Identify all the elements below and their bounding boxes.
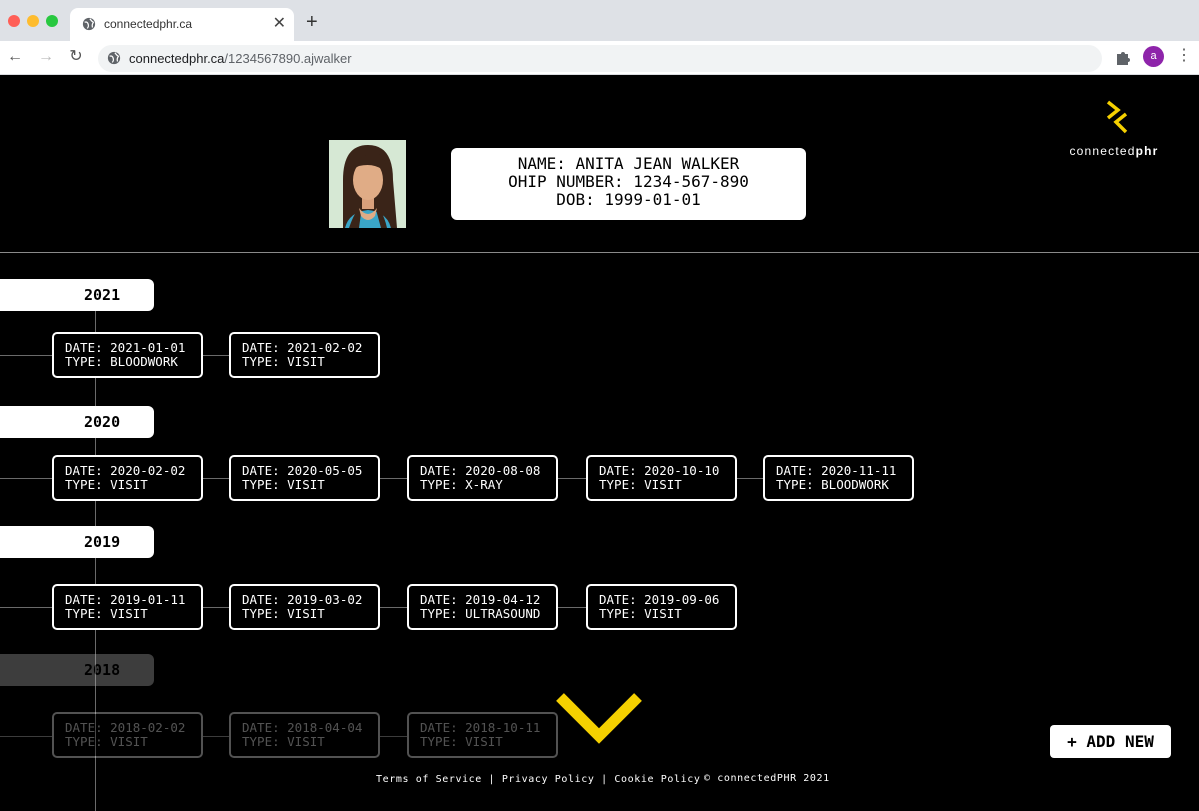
record-card[interactable]: DATE: 2018-04-04 TYPE: VISIT — [229, 712, 380, 758]
record-type: TYPE: VISIT — [65, 734, 148, 749]
record-date: DATE: 2019-03-02 — [242, 592, 363, 607]
forward-arrow-icon[interactable]: → — [37, 48, 55, 66]
record-card[interactable]: DATE: 2021-01-01 TYPE: BLOODWORK — [52, 332, 203, 378]
back-arrow-icon[interactable]: ← — [6, 48, 24, 66]
record-type: TYPE: VISIT — [242, 477, 325, 492]
browser-menu-icon[interactable]: ⋮ — [1176, 47, 1192, 65]
record-card[interactable]: DATE: 2019-01-11 TYPE: VISIT — [52, 584, 203, 630]
patient-ohip-number: OHIP NUMBER: 1234-567-890 — [508, 172, 749, 191]
record-type: TYPE: VISIT — [242, 354, 325, 369]
address-bar[interactable]: connectedphr.ca/1234567890.ajwalker — [98, 45, 1102, 72]
header-divider — [0, 252, 1199, 253]
connectedphr-logo[interactable]: connectedphr — [1062, 100, 1172, 160]
record-card[interactable]: DATE: 2020-02-02 TYPE: VISIT — [52, 455, 203, 501]
footer-links: Terms of Service | Privacy Policy | Cook… — [376, 774, 700, 785]
record-date: DATE: 2020-08-08 — [420, 463, 541, 478]
patient-avatar — [329, 140, 406, 228]
record-date: DATE: 2021-01-01 — [65, 340, 186, 355]
chevron-down-icon[interactable] — [555, 692, 643, 744]
browser-tab-bar: connectedphr.ca ✕ + — [0, 0, 1199, 41]
footer-separator: | — [594, 774, 615, 785]
record-type: TYPE: X-RAY — [420, 477, 503, 492]
privacy-policy-link[interactable]: Privacy Policy — [502, 774, 595, 785]
window-minimize-button[interactable] — [27, 15, 39, 27]
record-card[interactable]: DATE: 2019-04-12 TYPE: ULTRASOUND — [407, 584, 558, 630]
patient-name: NAME: ANITA JEAN WALKER — [517, 154, 740, 173]
page-content: connectedphr NAME: ANITA JEAN WALKER OHI… — [0, 75, 1199, 811]
copyright-text: © connectedPHR 2021 — [704, 773, 830, 784]
record-date: DATE: 2021-02-02 — [242, 340, 363, 355]
record-type: TYPE: ULTRASOUND — [420, 606, 541, 621]
patient-info-card: NAME: ANITA JEAN WALKER OHIP NUMBER: 123… — [451, 148, 806, 220]
url-host: connectedphr.ca — [129, 51, 225, 66]
url-text: connectedphr.ca/1234567890.ajwalker — [129, 51, 352, 66]
record-card[interactable]: DATE: 2020-05-05 TYPE: VISIT — [229, 455, 380, 501]
logo-text-bold: phr — [1135, 144, 1159, 158]
woman-avatar-icon — [329, 140, 406, 228]
record-type: TYPE: VISIT — [599, 477, 682, 492]
record-date: DATE: 2020-05-05 — [242, 463, 363, 478]
window-maximize-button[interactable] — [46, 15, 58, 27]
site-info-icon[interactable] — [107, 51, 121, 65]
patient-dob: DOB: 1999-01-01 — [556, 190, 701, 209]
record-type: TYPE: VISIT — [242, 734, 325, 749]
tab-title: connectedphr.ca — [104, 17, 193, 31]
record-card[interactable]: DATE: 2020-08-08 TYPE: X-RAY — [407, 455, 558, 501]
browser-toolbar: ← → ↻ connectedphr.ca/1234567890.ajwalke… — [0, 41, 1199, 75]
record-card[interactable]: DATE: 2021-02-02 TYPE: VISIT — [229, 332, 380, 378]
footer-separator: | — [481, 774, 502, 785]
record-type: TYPE: VISIT — [65, 606, 148, 621]
logo-chevron-icon — [1106, 100, 1128, 134]
record-card[interactable]: DATE: 2019-03-02 TYPE: VISIT — [229, 584, 380, 630]
record-date: DATE: 2020-11-11 — [776, 463, 897, 478]
record-type: TYPE: VISIT — [65, 477, 148, 492]
tab-close-icon[interactable]: ✕ — [273, 14, 286, 34]
record-date: DATE: 2018-10-11 — [420, 720, 541, 735]
record-date: DATE: 2019-09-06 — [599, 592, 720, 607]
window-close-button[interactable] — [8, 15, 20, 27]
year-label[interactable]: 2020 — [0, 406, 154, 438]
record-card[interactable]: DATE: 2019-09-06 TYPE: VISIT — [586, 584, 737, 630]
record-date: DATE: 2018-02-02 — [65, 720, 186, 735]
year-label[interactable]: 2021 — [0, 279, 154, 311]
record-type: TYPE: VISIT — [242, 606, 325, 621]
url-path: /1234567890.ajwalker — [224, 51, 352, 66]
record-date: DATE: 2019-04-12 — [420, 592, 541, 607]
record-card[interactable]: DATE: 2018-10-11 TYPE: VISIT — [407, 712, 558, 758]
record-type: TYPE: VISIT — [599, 606, 682, 621]
logo-text-light: connected — [1069, 144, 1136, 158]
new-tab-icon[interactable]: + — [306, 12, 318, 32]
reload-icon[interactable]: ↻ — [67, 48, 85, 66]
record-card[interactable]: DATE: 2020-11-11 TYPE: BLOODWORK — [763, 455, 914, 501]
add-new-button[interactable]: + ADD NEW — [1050, 725, 1171, 758]
globe-icon — [82, 17, 96, 31]
logo-text: connectedphr — [1062, 144, 1166, 158]
browser-tab[interactable]: connectedphr.ca ✕ — [70, 8, 294, 41]
profile-avatar[interactable]: a — [1143, 46, 1164, 67]
extensions-puzzle-icon[interactable] — [1114, 49, 1132, 67]
record-date: DATE: 2020-10-10 — [599, 463, 720, 478]
record-card[interactable]: DATE: 2018-02-02 TYPE: VISIT — [52, 712, 203, 758]
record-type: TYPE: VISIT — [420, 734, 503, 749]
record-card[interactable]: DATE: 2020-10-10 TYPE: VISIT — [586, 455, 737, 501]
record-type: TYPE: BLOODWORK — [65, 354, 178, 369]
cookie-policy-link[interactable]: Cookie Policy — [614, 774, 700, 785]
terms-of-service-link[interactable]: Terms of Service — [376, 774, 482, 785]
record-date: DATE: 2019-01-11 — [65, 592, 186, 607]
record-type: TYPE: BLOODWORK — [776, 477, 889, 492]
year-label[interactable]: 2018 — [0, 654, 154, 686]
record-date: DATE: 2018-04-04 — [242, 720, 363, 735]
record-date: DATE: 2020-02-02 — [65, 463, 186, 478]
year-label[interactable]: 2019 — [0, 526, 154, 558]
